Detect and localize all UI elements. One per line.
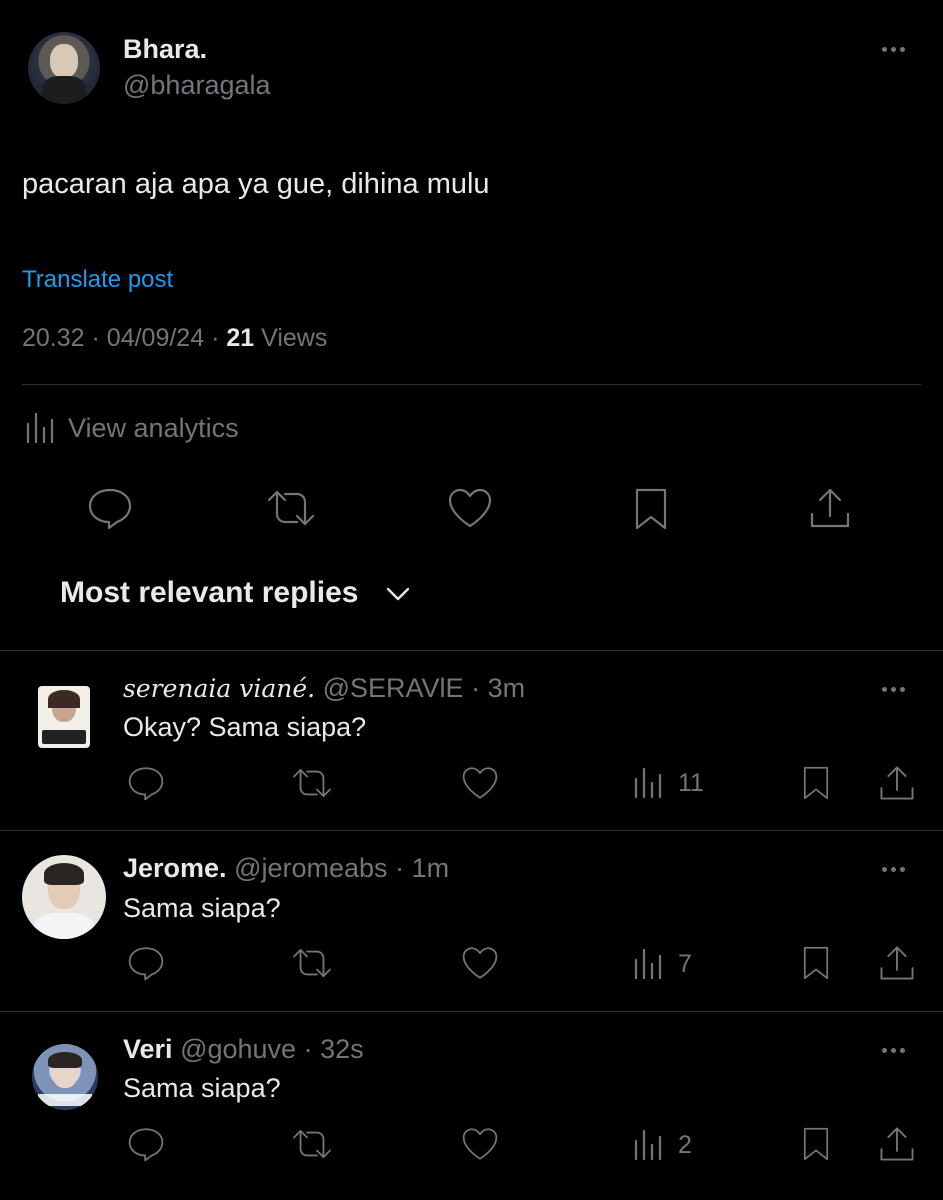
post-more-options-icon[interactable] [882, 47, 905, 52]
author-avatar[interactable] [28, 32, 100, 104]
post-divider [22, 384, 921, 385]
meta-separator: · [211, 324, 220, 352]
replies-sort-label: Most relevant replies [60, 576, 359, 609]
reply-avatar[interactable] [38, 686, 90, 748]
repost-icon[interactable] [290, 945, 334, 981]
reply-author-name[interactable]: Jerome. [123, 853, 227, 883]
like-icon[interactable] [460, 1126, 500, 1162]
reply-author-handle[interactable]: @SERAVlE [323, 673, 464, 703]
views-label: Views [261, 324, 328, 352]
analytics-icon [634, 767, 662, 799]
reply-time[interactable]: 1m [412, 853, 450, 883]
share-icon[interactable] [878, 764, 916, 802]
meta-separator: · [471, 673, 481, 703]
bookmark-icon[interactable] [800, 944, 832, 982]
reply-text: Okay? Sama siapa? [123, 712, 367, 742]
like-icon[interactable] [460, 765, 500, 801]
analytics-icon [634, 1129, 662, 1161]
reply-views-count: 11 [678, 768, 704, 797]
reply-header: Veri @gohuve · 32s [123, 1034, 364, 1065]
reply-divider [0, 830, 943, 831]
repost-icon[interactable] [265, 486, 317, 530]
reply-more-options-icon[interactable] [882, 867, 905, 872]
author-display-name[interactable]: Bhara. [123, 34, 207, 65]
bookmark-icon[interactable] [631, 486, 671, 532]
post-time[interactable]: 20.32 [22, 324, 85, 352]
reply-author-name[interactable]: Veri [123, 1034, 173, 1064]
reply-author-handle[interactable]: @gohuve [180, 1034, 296, 1064]
reply-more-options-icon[interactable] [882, 687, 905, 692]
author-handle[interactable]: @bharagala [123, 70, 271, 101]
reply-avatar[interactable] [32, 1044, 98, 1110]
post-date[interactable]: 04/09/24 [107, 324, 204, 352]
reply-views-button[interactable]: 2 [632, 1127, 692, 1163]
reply-header: Jerome. @jeromeabs · 1m [123, 853, 449, 884]
reply-author-name[interactable]: serenaia viané. [123, 674, 315, 703]
reply-views-count: 2 [678, 1130, 692, 1159]
views-count: 21 [226, 324, 255, 352]
replies-divider [0, 650, 943, 651]
analytics-icon [634, 948, 662, 980]
meta-separator: · [303, 1034, 313, 1064]
repost-icon[interactable] [290, 765, 334, 801]
like-icon[interactable] [446, 486, 494, 530]
reply-divider [0, 1011, 943, 1012]
reply-icon[interactable] [126, 1126, 166, 1162]
repost-icon[interactable] [290, 1126, 334, 1162]
post-meta: 20.32 · 04/09/24 · 21 Views [22, 324, 327, 353]
view-analytics-button[interactable]: View analytics [24, 410, 239, 446]
analytics-icon [26, 412, 54, 444]
bookmark-icon[interactable] [800, 764, 832, 802]
reply-time[interactable]: 32s [320, 1034, 364, 1064]
meta-separator: · [91, 324, 100, 352]
post-text: pacaran aja apa ya gue, dihina mulu [22, 168, 490, 200]
share-icon[interactable] [878, 944, 916, 982]
reply-views-count: 7 [678, 949, 692, 978]
reply-time[interactable]: 3m [488, 673, 526, 703]
meta-separator: · [395, 853, 405, 883]
like-icon[interactable] [460, 945, 500, 981]
reply-more-options-icon[interactable] [882, 1048, 905, 1053]
reply-text: Sama siapa? [123, 1073, 281, 1103]
reply-text: Sama siapa? [123, 893, 281, 923]
reply-icon[interactable] [126, 945, 166, 981]
reply-avatar[interactable] [22, 855, 106, 939]
reply-icon[interactable] [126, 765, 166, 801]
replies-sort-dropdown[interactable]: Most relevant replies [60, 576, 412, 610]
view-analytics-label: View analytics [68, 412, 239, 443]
reply-views-button[interactable]: 7 [632, 946, 692, 982]
share-icon[interactable] [878, 1125, 916, 1163]
share-icon[interactable] [808, 486, 852, 530]
reply-author-handle[interactable]: @jeromeabs [234, 853, 387, 883]
chevron-down-icon [387, 587, 410, 601]
reply-views-button[interactable]: 11 [632, 765, 704, 801]
translate-post-link[interactable]: Translate post [22, 266, 173, 294]
reply-icon[interactable] [86, 486, 134, 530]
bookmark-icon[interactable] [800, 1125, 832, 1163]
reply-header: serenaia viané. @SERAVlE · 3m [123, 673, 525, 704]
